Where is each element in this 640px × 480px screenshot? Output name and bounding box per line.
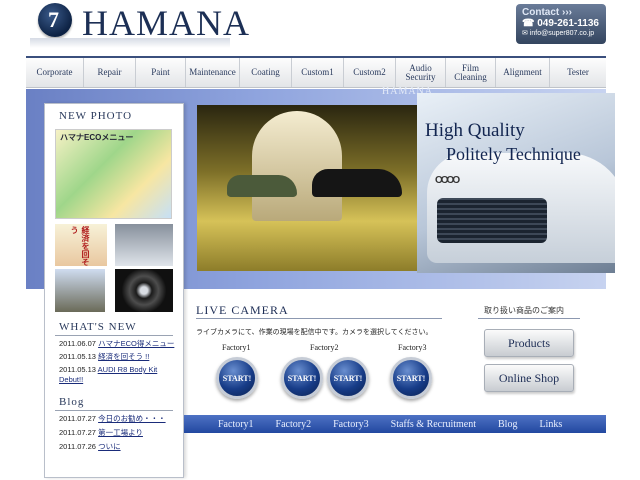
bottom-nav-staffs-recruitment[interactable]: Staffs & Recruitment bbox=[391, 419, 476, 430]
factory1-start-button[interactable]: START! bbox=[216, 357, 258, 399]
whats-new-title: WHAT'S NEW bbox=[59, 321, 137, 333]
blog-date: 2011.07.27 bbox=[59, 414, 96, 423]
products-button[interactable]: Products bbox=[484, 329, 574, 357]
blog-link[interactable]: 今日のお勧め・・・ bbox=[98, 414, 166, 423]
nav-tester[interactable]: Tester bbox=[550, 58, 606, 87]
bottom-nav-factory1[interactable]: Factory1 bbox=[218, 419, 254, 430]
contact-email[interactable]: ✉ info@super807.co.jp bbox=[522, 29, 600, 37]
car-right bbox=[312, 169, 402, 197]
factory2-start-button-2[interactable]: START! bbox=[327, 357, 369, 399]
bottom-nav-factory2[interactable]: Factory2 bbox=[276, 419, 312, 430]
nav-maintenance[interactable]: Maintenance bbox=[186, 58, 240, 87]
factory1-label: Factory1 bbox=[222, 343, 251, 352]
bottom-nav-factory3[interactable]: Factory3 bbox=[333, 419, 369, 430]
blog-date: 2011.07.27 bbox=[59, 428, 96, 437]
news-date: 2011.05.13 bbox=[59, 352, 96, 361]
news-date: 2011.06.07 bbox=[59, 339, 96, 348]
news-link[interactable]: 経済を回そう !! bbox=[98, 352, 149, 361]
tent-shape bbox=[252, 111, 342, 221]
photo-people[interactable] bbox=[55, 269, 105, 312]
online-shop-button[interactable]: Online Shop bbox=[484, 364, 574, 392]
news-link[interactable]: ハマナECO得メニュー bbox=[98, 339, 174, 348]
nav-alignment[interactable]: Alignment bbox=[496, 58, 550, 87]
news-item: 2011.05.13 AUDI R8 Body Kit Debut!! bbox=[59, 365, 175, 385]
main-nav: Corporate Repair Paint Maintenance Coati… bbox=[26, 56, 606, 88]
economy-text: 経済を回そう bbox=[70, 226, 90, 266]
contact-label[interactable]: Contact ››› bbox=[522, 7, 600, 18]
logo-mark-glyph: 7 bbox=[48, 7, 59, 32]
hero-title-line1: High Quality bbox=[425, 120, 525, 141]
news-item: 2011.06.07 ハマナECO得メニュー bbox=[59, 339, 175, 349]
nav-film-cleaning[interactable]: Film Cleaning bbox=[446, 58, 496, 87]
products-title: 取り扱い商品のご案内 bbox=[484, 306, 564, 315]
factory2-label: Factory2 bbox=[310, 343, 339, 352]
live-camera-title: LIVE CAMERA bbox=[196, 303, 289, 317]
blog-link[interactable]: 第一工場より bbox=[98, 428, 143, 437]
divider bbox=[196, 318, 442, 319]
nav-corporate[interactable]: Corporate bbox=[26, 58, 84, 87]
page: 7 HAMANA Contact ››› ☎ 049-261-1136 ✉ in… bbox=[0, 0, 640, 480]
divider bbox=[478, 318, 580, 319]
blog-item: 2011.07.26 ついに bbox=[59, 442, 175, 452]
contact-phone: ☎ 049-261-1136 bbox=[522, 18, 599, 29]
factory3-start-button[interactable]: START! bbox=[390, 357, 432, 399]
contact-box[interactable]: Contact ››› ☎ 049-261-1136 ✉ info@super8… bbox=[516, 4, 606, 44]
blog-title: Blog bbox=[59, 396, 85, 408]
bottom-nav-links[interactable]: Links bbox=[539, 419, 562, 430]
nav-paint[interactable]: Paint bbox=[136, 58, 186, 87]
photo-economy[interactable]: 経済を回そう bbox=[55, 224, 107, 266]
bottom-nav-blog[interactable]: Blog bbox=[498, 419, 517, 430]
blog-link[interactable]: ついに bbox=[98, 442, 121, 451]
live-camera-description: ライブカメラにて、作業の現場を配信中です。カメラを選択してください。 bbox=[196, 329, 433, 336]
nav-audio-security[interactable]: Audio Security bbox=[396, 58, 446, 87]
new-photo-title: NEW PHOTO bbox=[59, 110, 133, 122]
car-rings-logo: OOOO bbox=[435, 175, 460, 186]
divider bbox=[55, 410, 173, 411]
divider bbox=[55, 335, 173, 336]
factory3-label: Factory3 bbox=[398, 343, 427, 352]
news-item: 2011.05.13 経済を回そう !! bbox=[59, 352, 175, 362]
nav-repair[interactable]: Repair bbox=[84, 58, 136, 87]
eco-menu-text: ハマナECOメニュー bbox=[60, 133, 134, 142]
car-left bbox=[227, 175, 297, 197]
photo-wheel[interactable] bbox=[115, 269, 173, 312]
car-grille bbox=[437, 198, 547, 243]
blog-date: 2011.07.26 bbox=[59, 442, 96, 451]
factory2-start-button-1[interactable]: START! bbox=[281, 357, 323, 399]
logo-reflection bbox=[30, 38, 230, 48]
news-date: 2011.05.13 bbox=[59, 365, 96, 374]
hero-showroom-image bbox=[197, 105, 417, 271]
hero-title-line2: Politely Technique bbox=[446, 144, 581, 164]
nav-coating[interactable]: Coating bbox=[240, 58, 292, 87]
blog-item: 2011.07.27 第一工場より bbox=[59, 428, 175, 438]
nav-custom2[interactable]: Custom2 bbox=[344, 58, 396, 87]
blog-item: 2011.07.27 今日のお勧め・・・ bbox=[59, 414, 175, 424]
photo-eco-menu[interactable]: ハマナECOメニュー bbox=[55, 129, 172, 219]
sidebar: NEW PHOTO ハマナECOメニュー 経済を回そう WHAT'S NEW 2… bbox=[44, 103, 184, 478]
nav-custom1[interactable]: Custom1 bbox=[292, 58, 344, 87]
bottom-nav: Factory1 Factory2 Factory3 Staffs & Recr… bbox=[184, 415, 606, 433]
logo-mark[interactable]: 7 bbox=[38, 3, 72, 37]
photo-white-car[interactable] bbox=[115, 224, 173, 266]
